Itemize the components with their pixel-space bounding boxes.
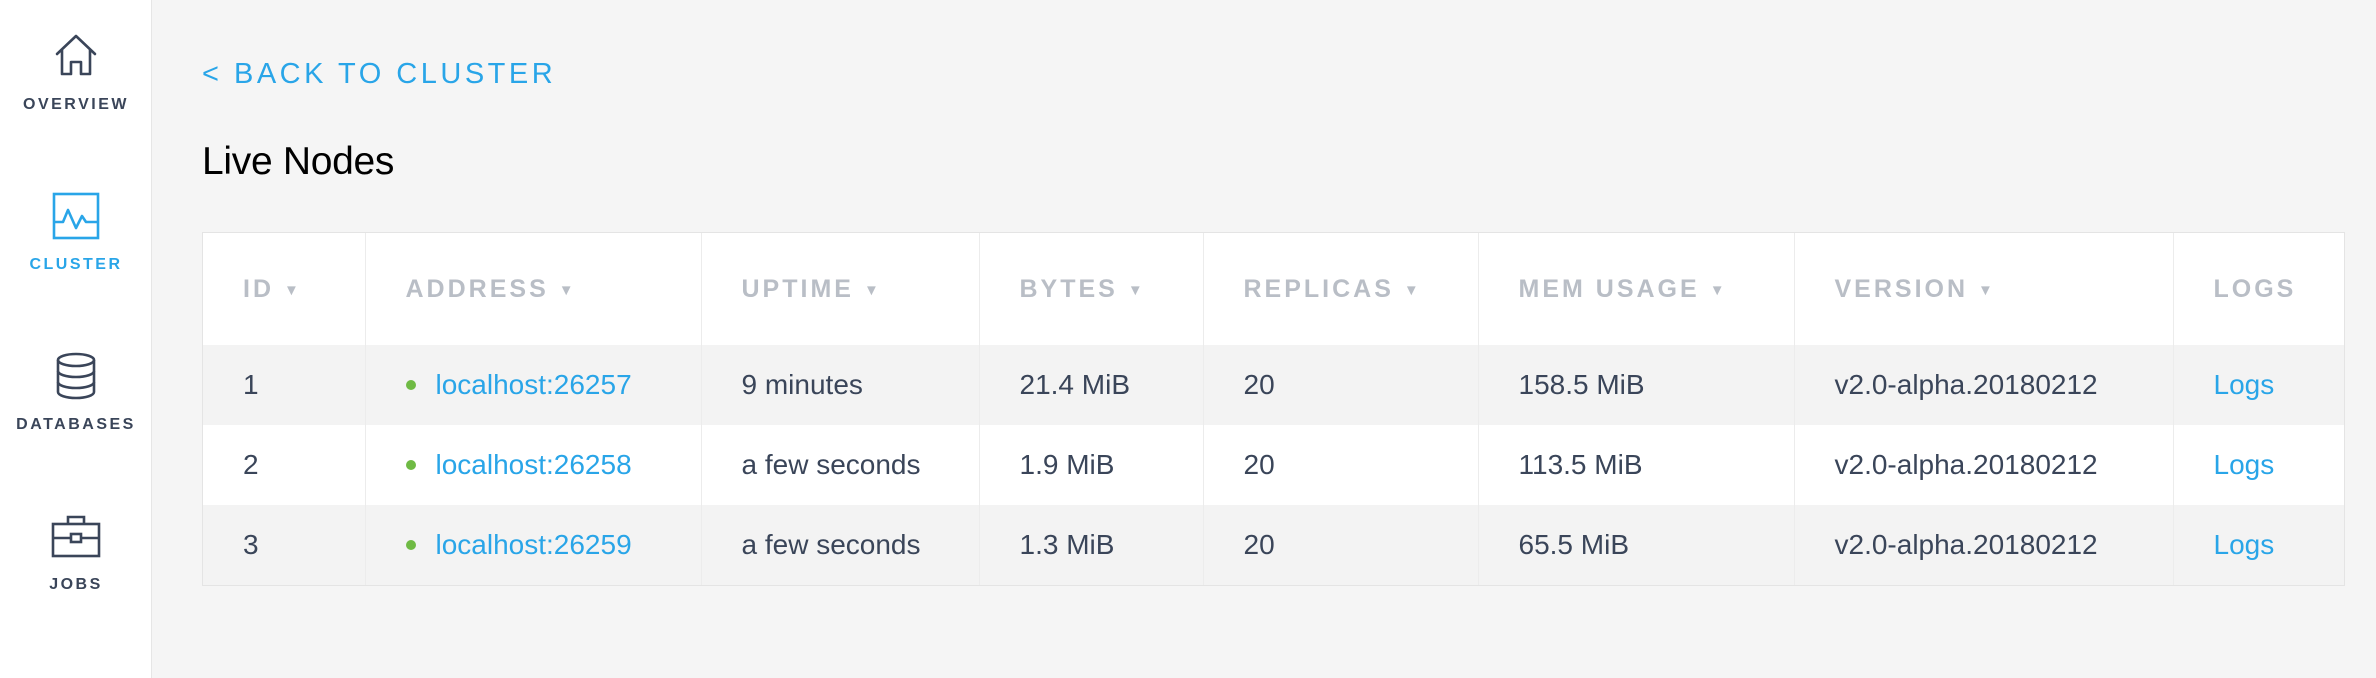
cell-version: v2.0-alpha.20180212 [1794,425,2174,505]
cell-address: localhost:26259 [365,505,702,585]
cell-bytes: 1.3 MiB [979,505,1204,585]
table-row: 1 localhost:26257 9 minutes 21.4 MiB 20 … [203,345,2344,425]
node-address-link[interactable]: localhost:26258 [436,449,632,480]
cell-replicas: 20 [1203,505,1479,585]
cell-uptime: a few seconds [701,425,980,505]
live-status-dot [405,540,416,550]
cell-replicas: 20 [1203,425,1479,505]
sidebar-item-label: JOBS [49,576,103,593]
cell-mem-usage: 65.5 MiB [1478,505,1795,585]
cell-logs: Logs [2173,505,2344,585]
sidebar-item-overview[interactable]: OVERVIEW [0,28,152,168]
page-title: Live Nodes [202,140,395,183]
cell-address: localhost:26258 [365,425,702,505]
column-header-uptime[interactable]: UPTIME ▼ [701,233,980,345]
logs-link[interactable]: Logs [2214,369,2275,400]
column-header-mem-usage[interactable]: MEM USAGE ▼ [1478,233,1795,345]
home-icon [55,34,97,76]
sidebar-item-jobs[interactable]: JOBS [0,508,152,648]
sidebar-item-label: DATABASES [16,416,136,433]
cell-bytes: 1.9 MiB [979,425,1204,505]
column-header-bytes[interactable]: BYTES ▼ [979,233,1204,345]
sort-arrow-icon: ▼ [1403,281,1422,299]
cell-uptime: a few seconds [701,505,980,585]
cell-replicas: 20 [1203,345,1479,425]
cell-version: v2.0-alpha.20180212 [1794,505,2174,585]
cell-logs: Logs [2173,345,2344,425]
sort-arrow-icon: ▼ [558,281,577,299]
cell-id: 2 [203,425,366,505]
column-header-id[interactable]: ID ▼ [203,233,366,345]
table-header-row: ID ▼ ADDRESS ▼ UPTIME ▼ BYTES ▼ REPLICAS ▼ ME… [203,233,2344,345]
live-status-dot [405,460,416,470]
node-address-link[interactable]: localhost:26259 [436,529,632,560]
logs-link[interactable]: Logs [2214,449,2275,480]
column-header-logs: LOGS [2173,233,2344,345]
cell-address: localhost:26257 [365,345,702,425]
sidebar-item-databases[interactable]: DATABASES [0,348,152,488]
back-to-cluster-link[interactable]: < BACK TO CLUSTER [202,58,556,91]
cell-version: v2.0-alpha.20180212 [1794,345,2174,425]
column-header-address[interactable]: ADDRESS ▼ [365,233,702,345]
cell-bytes: 21.4 MiB [979,345,1204,425]
activity-graph-icon [52,192,100,240]
cell-logs: Logs [2173,425,2344,505]
live-nodes-table: ID ▼ ADDRESS ▼ UPTIME ▼ BYTES ▼ REPLICAS ▼ ME… [202,232,2345,586]
sort-arrow-icon: ▼ [1127,281,1146,299]
table-row: 2 localhost:26258 a few seconds 1.9 MiB … [203,425,2344,505]
sidebar: OVERVIEW CLUSTER DATABASES JOBS [0,0,152,678]
cell-id: 1 [203,345,366,425]
sort-arrow-icon: ▼ [284,281,302,299]
live-status-dot [405,380,416,390]
column-header-version[interactable]: VERSION ▼ [1794,233,2174,345]
cell-id: 3 [203,505,366,585]
sidebar-item-cluster[interactable]: CLUSTER [0,188,152,328]
sort-arrow-icon: ▼ [863,281,882,299]
node-address-link[interactable]: localhost:26257 [436,369,632,400]
briefcase-icon [51,515,101,558]
sort-arrow-icon: ▼ [1709,281,1728,299]
sidebar-item-label: OVERVIEW [23,96,129,113]
app: OVERVIEW CLUSTER DATABASES JOBS < BACK T… [0,0,2376,678]
cell-mem-usage: 113.5 MiB [1478,425,1795,505]
sort-arrow-icon: ▼ [1978,281,1996,299]
cell-mem-usage: 158.5 MiB [1478,345,1795,425]
column-header-replicas[interactable]: REPLICAS ▼ [1203,233,1479,345]
cell-uptime: 9 minutes [701,345,980,425]
sidebar-item-label: CLUSTER [29,256,123,273]
database-icon [56,352,96,400]
logs-link[interactable]: Logs [2214,529,2275,560]
table-row: 3 localhost:26259 a few seconds 1.3 MiB … [203,505,2344,585]
